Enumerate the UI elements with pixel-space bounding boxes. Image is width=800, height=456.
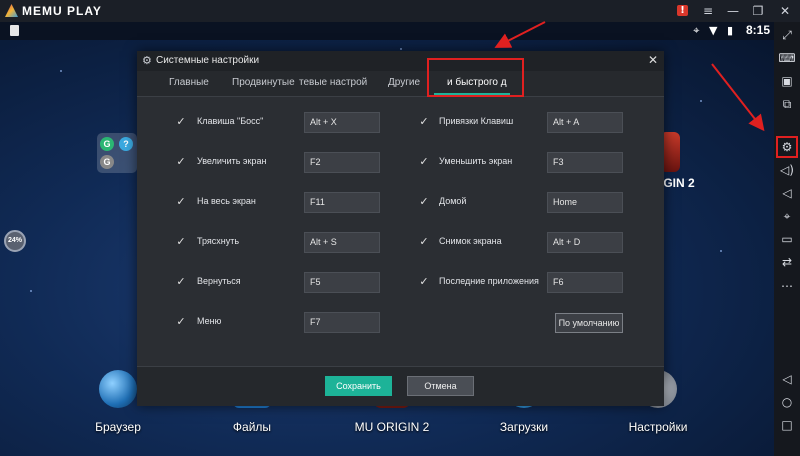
recent-apps-icon[interactable]: □ bbox=[779, 417, 795, 433]
hotkey-input[interactable]: Alt + X bbox=[304, 112, 380, 133]
save-button[interactable]: Сохранить bbox=[325, 376, 392, 396]
app-folder[interactable]: G ? G bbox=[97, 133, 137, 173]
hotkey-checkbox[interactable]: ✓ bbox=[175, 316, 187, 328]
rotate-icon[interactable]: ⇄ bbox=[778, 253, 796, 271]
hotkey-checkbox[interactable]: ✓ bbox=[418, 196, 430, 208]
hotkey-row: ✓ Последние приложения F6 bbox=[418, 272, 628, 293]
maximize-icon[interactable]: ❐ bbox=[750, 3, 766, 19]
hotkey-checkbox[interactable]: ✓ bbox=[175, 236, 187, 248]
hotkey-input[interactable]: F3 bbox=[547, 152, 623, 173]
status-icons: ⌖ ▼ ▮ bbox=[693, 24, 736, 37]
hotkey-row: ✓ Клавиша "Босс" Alt + X bbox=[175, 112, 415, 133]
hotkey-checkbox[interactable]: ✓ bbox=[418, 276, 430, 288]
app-label: MU ORIGIN 2 bbox=[354, 420, 430, 434]
notification-icon bbox=[10, 25, 19, 36]
multi-window-icon[interactable]: ⧉ bbox=[778, 95, 796, 113]
settings-gear-icon[interactable]: ⚙ bbox=[776, 136, 798, 158]
dialog-footer: Сохранить Отмена bbox=[137, 366, 664, 406]
location-icon[interactable]: ⌖ bbox=[778, 207, 796, 225]
app-label: Настройки bbox=[628, 420, 688, 434]
fullscreen-icon[interactable]: ⤢ bbox=[778, 26, 796, 44]
hotkey-checkbox[interactable]: ✓ bbox=[418, 116, 430, 128]
hotkey-input[interactable]: Alt + A bbox=[547, 112, 623, 133]
hotkey-row: ✓ Привязки Клавиш Alt + A bbox=[418, 112, 628, 133]
hotkey-input[interactable]: F2 bbox=[304, 152, 380, 173]
hotkey-checkbox[interactable]: ✓ bbox=[418, 236, 430, 248]
mu-origin-label: IGIN 2 bbox=[660, 176, 695, 190]
close-window-icon[interactable]: ✕ bbox=[777, 3, 793, 19]
dialog-titlebar: ⚙ Системные настройки ✕ bbox=[137, 51, 664, 71]
hotkey-label: Клавиша "Босс" bbox=[197, 116, 264, 126]
clock: 8:15 bbox=[745, 23, 770, 37]
memu-logo-icon bbox=[5, 4, 18, 17]
hotkey-checkbox[interactable]: ✓ bbox=[175, 276, 187, 288]
memory-cleaner-widget[interactable]: 24% bbox=[4, 230, 26, 252]
hotkey-label: Трясхнуть bbox=[197, 236, 240, 246]
app-name: MEMU PLAY bbox=[22, 4, 102, 18]
hotkey-row: ✓ Снимок экрана Alt + D bbox=[418, 232, 628, 253]
hotkey-row: ✓ Вернуться F5 bbox=[175, 272, 415, 293]
folder-app-icon: ? bbox=[119, 137, 133, 151]
hotkey-row: ✓ Домой Home bbox=[418, 192, 628, 213]
hotkey-label: На весь экран bbox=[197, 196, 256, 206]
hotkey-input[interactable]: Home bbox=[547, 192, 623, 213]
dialog-title: Системные настройки bbox=[156, 55, 260, 66]
tab-other[interactable]: Другие bbox=[388, 77, 420, 88]
hotkey-label: Вернуться bbox=[197, 276, 241, 286]
minimize-icon[interactable]: — bbox=[725, 3, 741, 19]
folder-app-icon: G bbox=[100, 155, 114, 169]
tab-network[interactable]: тевые настрой bbox=[299, 77, 367, 88]
more-icon[interactable]: … bbox=[778, 274, 796, 292]
volume-up-icon[interactable]: ◁) bbox=[778, 161, 796, 179]
hotkey-input[interactable]: F5 bbox=[304, 272, 380, 293]
hotkey-row: ✓ Увеличить экран F2 bbox=[175, 152, 415, 173]
emulator-toolbar: ⤢ ⌨ ▣ ⧉ ⚙ ◁) ◁ ⌖ ▭ ⇄ … bbox=[774, 22, 800, 456]
emulator-titlebar: MEMU PLAY ! ≡ — ❐ ✕ bbox=[0, 0, 800, 22]
hotkey-input[interactable]: F7 bbox=[304, 312, 380, 333]
reset-defaults-button[interactable]: По умолчанию bbox=[555, 313, 623, 333]
alert-icon[interactable]: ! bbox=[677, 5, 688, 16]
apk-icon[interactable]: ▣ bbox=[778, 72, 796, 90]
hotkey-label: Последние приложения bbox=[439, 276, 539, 286]
hotkey-input[interactable]: Alt + S bbox=[304, 232, 380, 253]
hotkey-row: ✓ Уменьшить экран F3 bbox=[418, 152, 628, 173]
cancel-button[interactable]: Отмена bbox=[407, 376, 474, 396]
close-icon[interactable]: ✕ bbox=[648, 53, 658, 67]
home-icon[interactable]: ○ bbox=[779, 394, 795, 410]
system-settings-dialog: ⚙ Системные настройки ✕ Главные Продвину… bbox=[137, 51, 664, 406]
app-label: Файлы bbox=[232, 420, 272, 434]
menu-icon[interactable]: ≡ bbox=[700, 3, 716, 19]
hotkey-checkbox[interactable]: ✓ bbox=[418, 156, 430, 168]
app-label: Браузер bbox=[95, 420, 141, 434]
hotkey-row: ✓ Трясхнуть Alt + S bbox=[175, 232, 415, 253]
volume-down-icon[interactable]: ◁ bbox=[778, 184, 796, 202]
hotkey-label: Снимок экрана bbox=[439, 236, 502, 246]
back-icon[interactable]: ◁ bbox=[779, 371, 795, 387]
hotkey-input[interactable]: Alt + D bbox=[547, 232, 623, 253]
annotation-box bbox=[427, 58, 524, 97]
hotkey-checkbox[interactable]: ✓ bbox=[175, 196, 187, 208]
hotkey-input[interactable]: F11 bbox=[304, 192, 380, 213]
gear-icon: ⚙ bbox=[142, 54, 152, 67]
folder-app-icon: G bbox=[100, 137, 114, 151]
tab-general[interactable]: Главные bbox=[169, 77, 209, 88]
hotkey-input[interactable]: F6 bbox=[547, 272, 623, 293]
tab-advanced[interactable]: Продвинутые bbox=[232, 77, 295, 88]
hotkey-row: ✓ Меню F7 bbox=[175, 312, 415, 333]
settings-tabs: Главные Продвинутые тевые настрой Другие… bbox=[137, 71, 664, 97]
hotkey-checkbox[interactable]: ✓ bbox=[175, 156, 187, 168]
hotkey-label: Меню bbox=[197, 316, 222, 326]
hotkey-checkbox[interactable]: ✓ bbox=[175, 116, 187, 128]
keyboard-icon[interactable]: ⌨ bbox=[778, 49, 796, 67]
android-status-bar: ⌖ ▼ ▮ 8:15 bbox=[0, 22, 774, 40]
browser-icon bbox=[99, 370, 137, 408]
hotkey-label: Домой bbox=[439, 196, 467, 206]
hotkey-label: Уменьшить экран bbox=[439, 156, 513, 166]
app-label: Загрузки bbox=[499, 420, 549, 434]
folder-icon[interactable]: ▭ bbox=[778, 230, 796, 248]
hotkey-label: Увеличить экран bbox=[197, 156, 267, 166]
hotkey-label: Привязки Клавиш bbox=[439, 116, 514, 126]
hotkey-row: ✓ На весь экран F11 bbox=[175, 192, 415, 213]
